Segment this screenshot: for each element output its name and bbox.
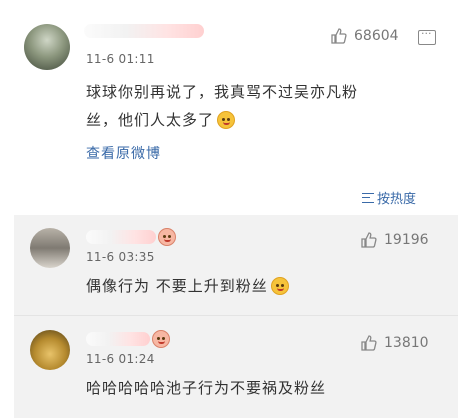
divider <box>14 315 458 316</box>
view-original-link[interactable]: 查看原微博 <box>86 143 161 163</box>
thumbs-up-icon <box>361 232 377 248</box>
username-blurred[interactable] <box>86 332 150 346</box>
doge-emoji-icon <box>270 277 289 295</box>
comment-time: 11-6 01:24 <box>86 352 155 366</box>
badge-emoji-icon <box>158 228 176 246</box>
like-button[interactable]: 13810 <box>360 334 429 352</box>
comment-text: 哈哈哈哈哈池子行为不要祸及粉丝 <box>86 379 327 397</box>
sort-label: 按热度 <box>377 192 417 207</box>
doge-emoji-icon <box>217 111 236 129</box>
avatar[interactable] <box>30 330 70 370</box>
username-blurred[interactable] <box>86 230 156 244</box>
badge-emoji-icon <box>152 330 170 348</box>
comment-text-line1: 球球你别再说了，我真骂不过吴亦凡粉 <box>86 83 359 101</box>
like-button[interactable]: 68604 <box>330 27 399 45</box>
thumbs-up-icon <box>361 335 377 351</box>
comment-text-line2: 丝，他们人太多了 <box>86 111 215 129</box>
comment-time: 11-6 03:35 <box>86 250 155 264</box>
username-blurred[interactable] <box>84 24 204 38</box>
like-count: 68604 <box>354 28 399 44</box>
comment-icon[interactable] <box>418 27 436 45</box>
like-button[interactable]: 19196 <box>360 231 429 249</box>
comment-text-content: 偶像行为 不要上升到粉丝 <box>86 277 268 295</box>
sort-toggle[interactable]: 按热度 <box>362 188 416 207</box>
sort-icon <box>362 192 374 203</box>
like-count: 13810 <box>384 335 429 351</box>
comment-text: 偶像行为 不要上升到粉丝 <box>86 272 289 300</box>
avatar[interactable] <box>24 24 70 70</box>
avatar[interactable] <box>30 228 70 268</box>
like-count: 19196 <box>384 232 429 248</box>
thumbs-up-icon <box>331 28 347 44</box>
comment-time: 11-6 01:11 <box>86 52 155 66</box>
comment-text: 球球你别再说了，我真骂不过吴亦凡粉 丝，他们人太多了 <box>86 78 446 134</box>
